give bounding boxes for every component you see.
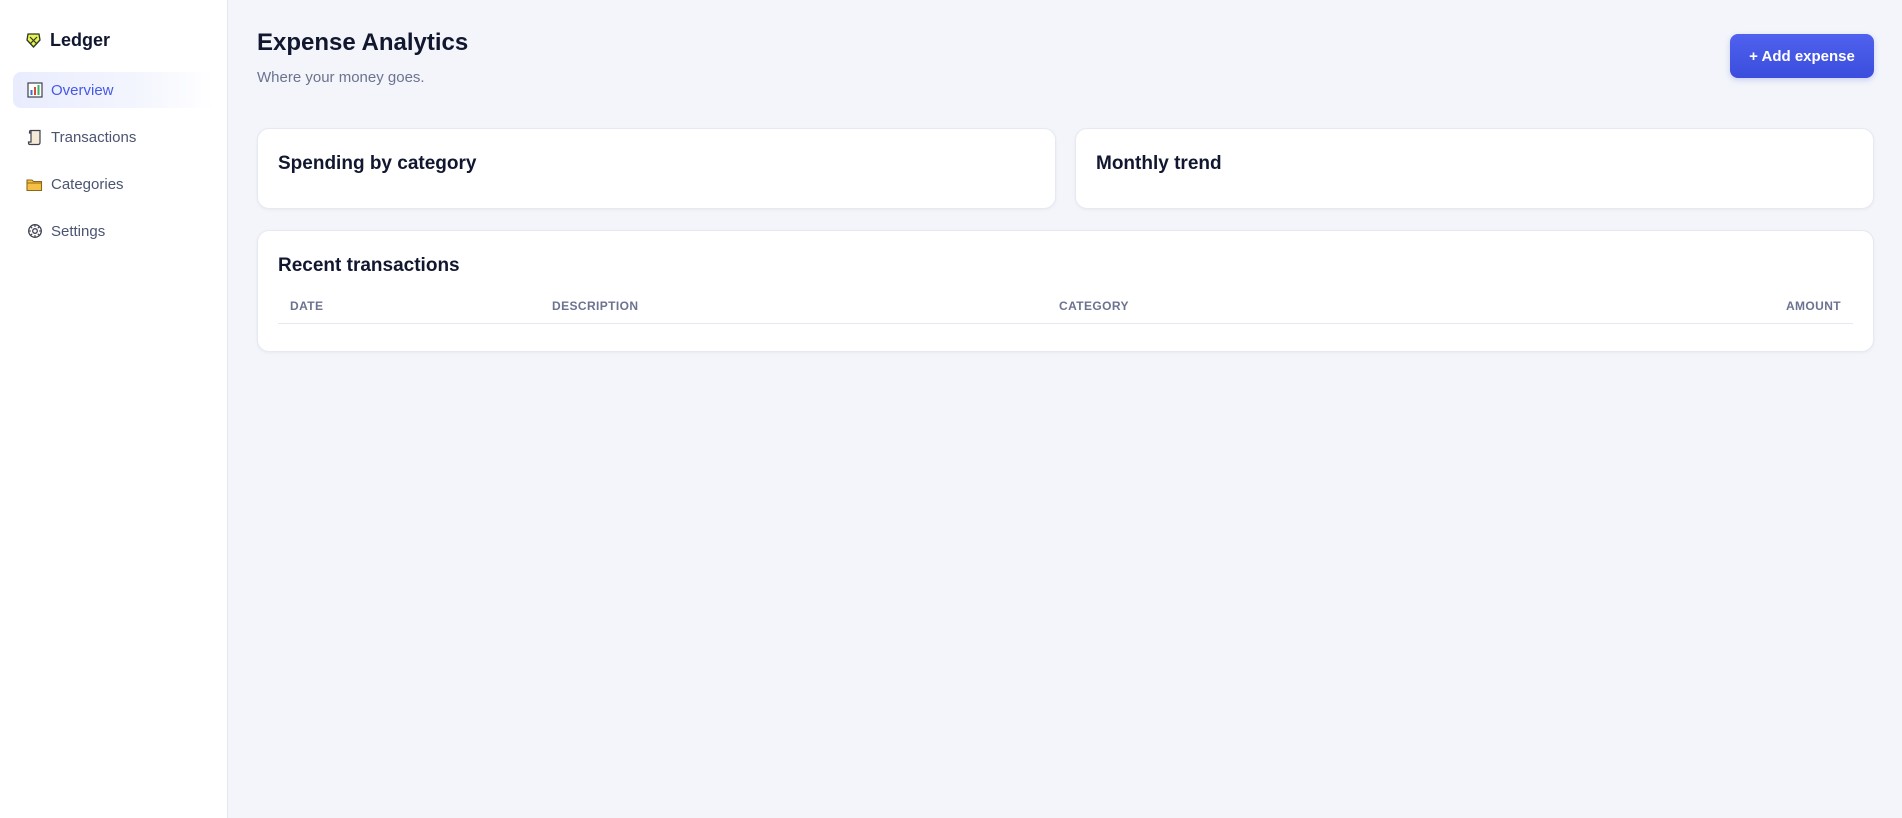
page-title: Expense Analytics <box>257 29 469 56</box>
card-title: Spending by category <box>278 153 477 174</box>
card-title: Monthly trend <box>1096 153 1222 174</box>
transactions-table: DATE DESCRIPTION CATEGORY AMOUNT <box>278 299 1853 324</box>
folder-icon <box>26 176 43 193</box>
monthly-trend-card: Monthly trend <box>1075 128 1874 209</box>
add-expense-button[interactable]: + Add expense <box>1730 34 1874 78</box>
brand-title: Ledger <box>50 29 111 50</box>
column-header-amount[interactable]: AMOUNT <box>1484 299 1853 324</box>
sidebar-item-label: Transactions <box>51 128 137 146</box>
chart-icon <box>26 82 43 99</box>
ledger-logo-icon <box>25 32 42 49</box>
sidebar: Ledger Overview Transactions Categories … <box>0 0 228 818</box>
recent-transactions-card: Recent transactions DATE DESCRIPTION CAT… <box>257 230 1874 352</box>
sidebar-nav: Overview Transactions Categories Setting… <box>13 72 214 249</box>
title-block: Expense Analytics Where your money goes. <box>257 28 468 86</box>
page-subtitle: Where your money goes. <box>257 69 425 86</box>
column-header-date[interactable]: DATE <box>278 299 540 324</box>
sidebar-item-label: Categories <box>51 175 124 193</box>
spending-by-category-card: Spending by category <box>257 128 1056 209</box>
column-header-category[interactable]: CATEGORY <box>1047 299 1485 324</box>
app-root: Ledger Overview Transactions Categories … <box>0 0 1902 818</box>
sidebar-item-settings[interactable]: Settings <box>13 213 214 249</box>
brand[interactable]: Ledger <box>13 28 214 52</box>
sidebar-item-label: Overview <box>51 81 114 99</box>
sidebar-item-label: Settings <box>51 222 106 240</box>
page-header: Expense Analytics Where your money goes.… <box>257 28 1874 86</box>
scroll-icon <box>26 129 43 146</box>
table-header-row: DATE DESCRIPTION CATEGORY AMOUNT <box>278 299 1853 324</box>
column-header-description[interactable]: DESCRIPTION <box>540 299 1047 324</box>
charts-row: Spending by category Monthly trend <box>257 128 1874 209</box>
gear-icon <box>26 223 43 240</box>
card-title: Recent transactions <box>278 255 460 276</box>
main-content: Expense Analytics Where your money goes.… <box>228 0 1902 818</box>
sidebar-item-transactions[interactable]: Transactions <box>13 119 214 155</box>
sidebar-item-overview[interactable]: Overview <box>13 72 214 108</box>
sidebar-item-categories[interactable]: Categories <box>13 166 214 202</box>
